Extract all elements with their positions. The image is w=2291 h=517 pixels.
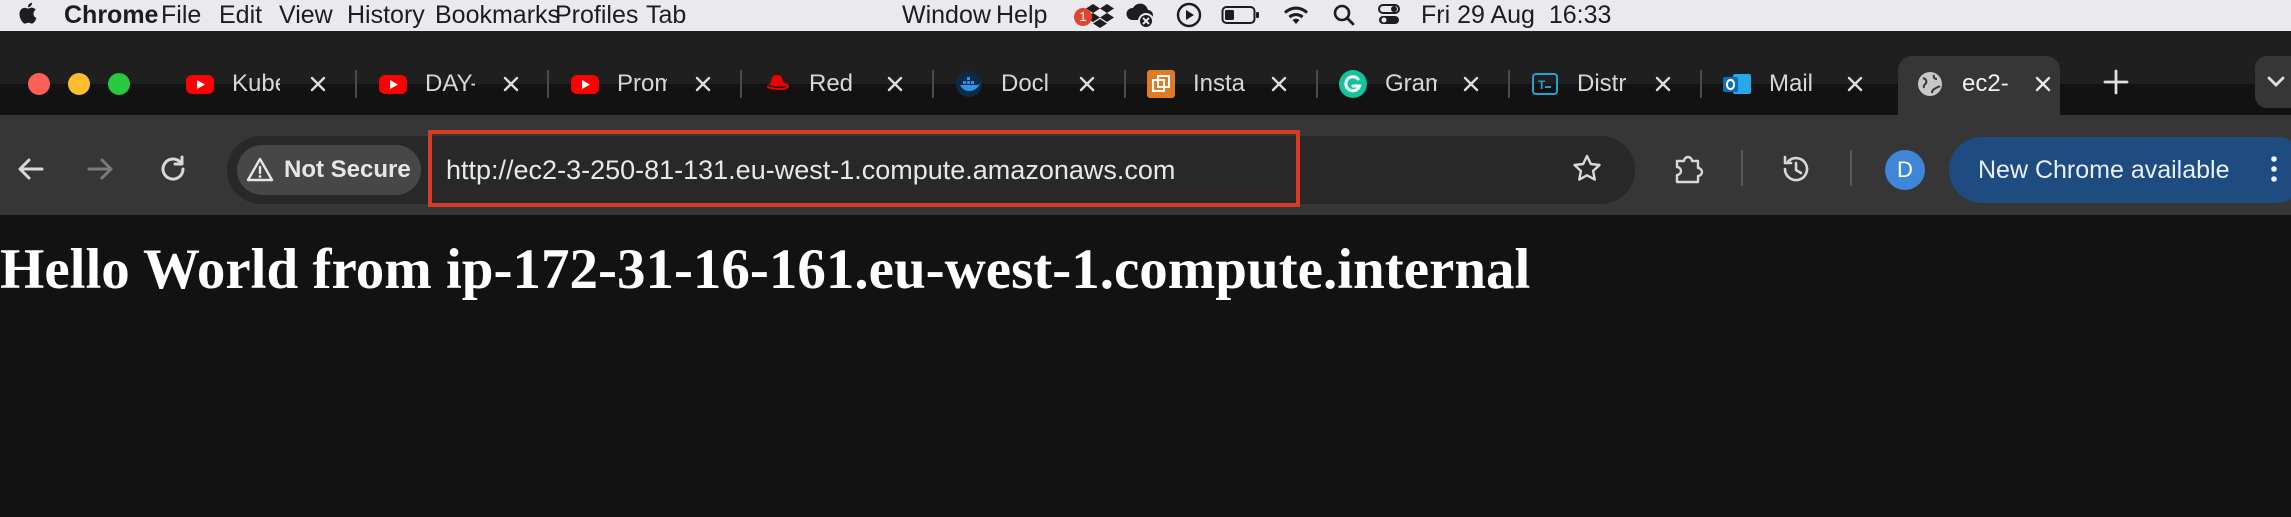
instance-icon (1146, 69, 1176, 99)
docker-icon (954, 69, 984, 99)
tab-close-icon[interactable] (884, 73, 906, 95)
tab-title: Docl (1001, 70, 1050, 97)
tab-prom[interactable]: Prom (570, 53, 720, 115)
tab-docker[interactable]: Docl (954, 53, 1104, 115)
apple-icon[interactable] (18, 0, 40, 31)
grammarly-icon (1338, 69, 1368, 99)
tab-title: ec2- (1962, 70, 2009, 97)
menu-edit[interactable]: Edit (219, 0, 262, 31)
control-center-icon[interactable] (1377, 2, 1401, 33)
new-tab-plus-icon[interactable] (2101, 67, 2131, 102)
page-heading: Hello World from ip-172-31-16-161.eu-wes… (0, 238, 1531, 301)
window-close-button[interactable] (28, 73, 50, 95)
spotlight-search-icon[interactable] (1332, 2, 1356, 33)
tab-title: Gram (1385, 70, 1437, 97)
reload-icon[interactable] (157, 153, 189, 190)
tab-title: Red (809, 70, 854, 97)
history-icon[interactable] (1779, 152, 1813, 191)
update-label[interactable]: New Chrome available (1978, 137, 2230, 203)
menubar-clock[interactable]: Fri 29 Aug 16:33 (1421, 0, 1611, 31)
menu-help[interactable]: Help (996, 0, 1047, 31)
menu-bookmarks[interactable]: Bookmarks (435, 0, 560, 31)
menu-history[interactable]: History (347, 0, 425, 31)
battery-icon[interactable] (1221, 2, 1261, 33)
tab-separator (547, 70, 549, 98)
tab-ec2-active[interactable]: ec2- (1915, 53, 2060, 115)
tab-separator (1316, 70, 1318, 98)
tab-close-icon[interactable] (500, 73, 522, 95)
tab-title: Insta (1193, 70, 1245, 97)
wifi-icon[interactable] (1282, 2, 1310, 33)
tab-title: DAY- (425, 70, 475, 97)
play-circle-icon[interactable] (1176, 2, 1202, 33)
tab-mail[interactable]: Mail (1722, 53, 1872, 115)
tab-title: Distr (1577, 70, 1627, 97)
tab-close-icon[interactable] (307, 73, 329, 95)
tab-day[interactable]: DAY- (378, 53, 528, 115)
outlook-icon (1722, 69, 1752, 99)
extensions-puzzle-icon[interactable] (1672, 152, 1706, 191)
tab-close-icon[interactable] (1652, 73, 1674, 95)
tab-red[interactable]: Red (762, 53, 912, 115)
svg-text:T: T (1538, 78, 1546, 92)
tab-separator (740, 70, 742, 98)
redhat-icon (762, 69, 792, 99)
tab-separator (1700, 70, 1702, 98)
menu-tab[interactable]: Tab (646, 0, 686, 31)
tab-close-icon[interactable] (692, 73, 714, 95)
back-arrow-icon[interactable] (14, 153, 46, 190)
menu-app-name[interactable]: Chrome (64, 0, 158, 31)
cloud-sync-icon[interactable] (1124, 0, 1156, 31)
tab-title: Kube (232, 70, 280, 97)
tab-close-icon[interactable] (1844, 73, 1866, 95)
tab-close-icon[interactable] (1076, 73, 1098, 95)
distr-icon: T (1530, 69, 1560, 99)
tab-distr[interactable]: T Distr (1530, 53, 1680, 115)
youtube-icon (185, 69, 215, 99)
tab-separator (932, 70, 934, 98)
toolbar-divider (1741, 150, 1743, 186)
tab-separator (1508, 70, 1510, 98)
tab-close-icon[interactable] (1460, 73, 1482, 95)
tab-separator (355, 70, 357, 98)
menu-file[interactable]: File (161, 0, 201, 31)
forward-arrow-icon[interactable] (85, 153, 117, 190)
window-minimize-button[interactable] (68, 73, 90, 95)
macos-menu-bar: Chrome File Edit View History Bookmarks … (0, 0, 2291, 31)
tab-title: Mail (1769, 70, 1814, 97)
tab-title: Prom (617, 70, 667, 97)
dropbox-badge: 1 (1074, 8, 1092, 26)
globe-icon (1915, 69, 1945, 99)
not-secure-label[interactable]: Not Secure (284, 145, 411, 195)
toolbar-divider (1850, 150, 1852, 186)
window-zoom-button[interactable] (108, 73, 130, 95)
url-highlight-box (428, 130, 1300, 207)
tab-separator (1124, 70, 1126, 98)
youtube-icon (570, 69, 600, 99)
menu-view[interactable]: View (279, 0, 333, 31)
tab-insta[interactable]: Insta (1146, 53, 1296, 115)
tab-search-chevron-icon[interactable] (2255, 56, 2291, 108)
bookmark-star-icon[interactable] (1571, 153, 1603, 190)
tab-close-icon[interactable] (1268, 73, 1290, 95)
tab-grammarly[interactable]: Gram (1338, 53, 1488, 115)
menu-window[interactable]: Window (902, 0, 991, 31)
warning-triangle-icon (246, 156, 274, 189)
kebab-menu-icon[interactable] (2268, 152, 2280, 191)
profile-avatar[interactable]: D (1885, 150, 1925, 190)
tab-kube[interactable]: Kube (185, 53, 335, 115)
youtube-icon (378, 69, 408, 99)
tab-close-icon[interactable] (2032, 73, 2054, 95)
menu-profiles[interactable]: Profiles (555, 0, 638, 31)
